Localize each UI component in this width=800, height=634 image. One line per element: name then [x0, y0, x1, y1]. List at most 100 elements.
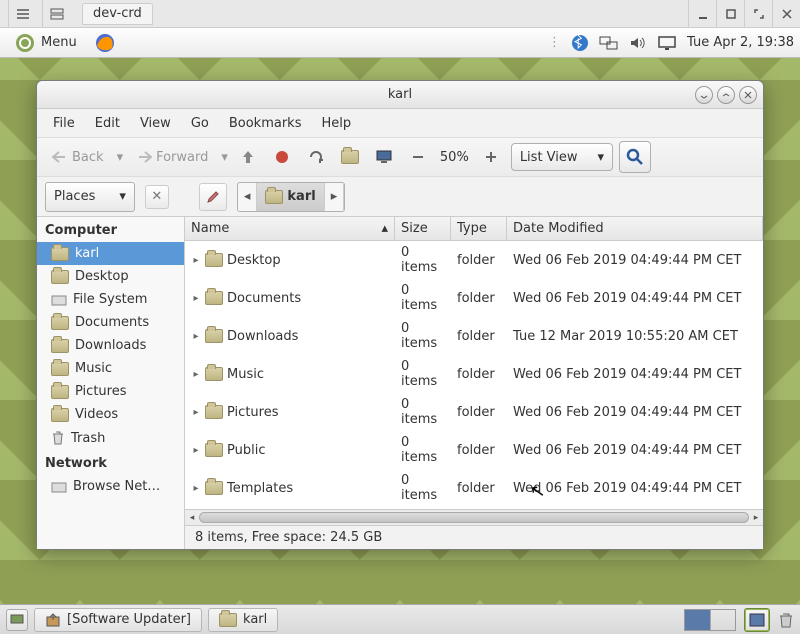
- table-row[interactable]: ▸ Documents0 itemsfolderWed 06 Feb 2019 …: [185, 279, 763, 317]
- view-mode-select[interactable]: List View ▾: [511, 143, 613, 171]
- path-forward-arrow[interactable]: ▸: [325, 183, 345, 211]
- back-dropdown[interactable]: ▾: [117, 150, 124, 165]
- fm-menubar: File Edit View Go Bookmarks Help: [37, 109, 763, 137]
- path-bar: ◂ karl ▸: [237, 182, 345, 212]
- network-icon[interactable]: [599, 35, 619, 51]
- file-date: Wed 06 Feb 2019 04:49:44 PM CET: [507, 403, 763, 422]
- path-segment-current[interactable]: karl: [257, 183, 324, 211]
- expander-icon[interactable]: ▸: [191, 293, 201, 304]
- column-date[interactable]: Date Modified: [507, 217, 763, 240]
- edit-path-button[interactable]: [199, 183, 227, 211]
- workspace-2[interactable]: [711, 610, 736, 630]
- side-panel-selector[interactable]: Places ▾: [45, 182, 135, 212]
- outer-tab[interactable]: dev-crd: [82, 3, 153, 25]
- workspace-switcher[interactable]: [684, 609, 736, 631]
- view-mode-label: List View: [520, 150, 578, 165]
- sidebar-item-videos[interactable]: Videos: [37, 403, 184, 426]
- scroll-thumb[interactable]: [199, 512, 749, 523]
- sidebar-item-filesystem[interactable]: File System: [37, 288, 184, 311]
- menu-button[interactable]: Menu: [6, 30, 86, 56]
- expander-icon[interactable]: ▸: [191, 369, 201, 380]
- task-karl[interactable]: karl: [208, 608, 278, 632]
- table-row[interactable]: ▸ Music0 itemsfolderWed 06 Feb 2019 04:4…: [185, 355, 763, 393]
- forward-dropdown[interactable]: ▾: [221, 150, 228, 165]
- scroll-right-arrow[interactable]: ▸: [749, 510, 763, 525]
- reload-button[interactable]: [302, 143, 330, 171]
- expander-icon[interactable]: ▸: [191, 445, 201, 456]
- computer-button[interactable]: [370, 143, 398, 171]
- trash-applet-icon[interactable]: [778, 611, 794, 629]
- table-row[interactable]: ▸ Desktop0 itemsfolderWed 06 Feb 2019 04…: [185, 241, 763, 279]
- menu-file[interactable]: File: [45, 112, 83, 135]
- scroll-left-arrow[interactable]: ◂: [185, 510, 199, 525]
- sidebar-heading-computer: Computer: [37, 217, 184, 242]
- sidebar-item-karl[interactable]: karl: [37, 242, 184, 265]
- table-row[interactable]: ▸ Public0 itemsfolderWed 06 Feb 2019 04:…: [185, 431, 763, 469]
- folder-icon: [265, 190, 283, 204]
- outer-maximize-button[interactable]: [716, 0, 744, 28]
- table-row[interactable]: ▸ Templates0 itemsfolderWed 06 Feb 2019 …: [185, 469, 763, 507]
- file-name: Pictures: [227, 405, 278, 420]
- display-icon[interactable]: [657, 35, 677, 51]
- sidebar-item-downloads[interactable]: Downloads: [37, 334, 184, 357]
- task-current-window[interactable]: [744, 608, 770, 632]
- file-date: Wed 06 Feb 2019 04:49:44 PM CET: [507, 289, 763, 308]
- outer-close-button[interactable]: [772, 0, 800, 28]
- column-size[interactable]: Size: [395, 217, 451, 240]
- table-row[interactable]: ▸ Pictures0 itemsfolderWed 06 Feb 2019 0…: [185, 393, 763, 431]
- menu-bookmarks[interactable]: Bookmarks: [221, 112, 310, 135]
- horizontal-scrollbar[interactable]: ◂ ▸: [185, 509, 763, 525]
- menu-edit[interactable]: Edit: [87, 112, 128, 135]
- home-button[interactable]: [336, 143, 364, 171]
- folder-icon: [51, 339, 69, 353]
- expander-icon[interactable]: ▸: [191, 331, 201, 342]
- zoom-out-button[interactable]: [404, 143, 432, 171]
- search-button[interactable]: [619, 141, 651, 173]
- file-type: folder: [451, 289, 507, 308]
- sidebar-item-label: Videos: [75, 407, 118, 422]
- fm-minimize-button[interactable]: [695, 86, 713, 104]
- fm-maximize-button[interactable]: [717, 86, 735, 104]
- sidebar-item-browse-network[interactable]: Browse Net…: [37, 475, 184, 498]
- forward-button[interactable]: Forward: [129, 143, 215, 171]
- sidebar-item-music[interactable]: Music: [37, 357, 184, 380]
- tray-handle-icon[interactable]: ⋮: [548, 35, 561, 50]
- folder-icon: [51, 385, 69, 399]
- expander-icon[interactable]: ▸: [191, 255, 201, 266]
- sound-icon[interactable]: [629, 35, 647, 51]
- clock[interactable]: Tue Apr 2, 19:38: [687, 35, 794, 50]
- sidebar-item-trash[interactable]: Trash: [37, 426, 184, 450]
- expander-icon[interactable]: ▸: [191, 407, 201, 418]
- fm-close-button[interactable]: [739, 86, 757, 104]
- window-list-icon[interactable]: [42, 0, 70, 28]
- task-software-updater[interactable]: [Software Updater]: [34, 608, 202, 632]
- show-desktop-button[interactable]: [6, 609, 28, 631]
- sidebar-item-documents[interactable]: Documents: [37, 311, 184, 334]
- expander-icon[interactable]: ▸: [191, 483, 201, 494]
- stop-button[interactable]: [268, 143, 296, 171]
- back-button[interactable]: Back: [45, 143, 111, 171]
- zoom-in-button[interactable]: [477, 143, 505, 171]
- outer-minimize-button[interactable]: [688, 0, 716, 28]
- menu-view[interactable]: View: [132, 112, 179, 135]
- sidebar-item-desktop[interactable]: Desktop: [37, 265, 184, 288]
- table-row[interactable]: ▸ Downloads0 itemsfolderTue 12 Mar 2019 …: [185, 317, 763, 355]
- hamburger-icon[interactable]: [8, 0, 36, 28]
- fm-titlebar[interactable]: karl: [37, 81, 763, 109]
- folder-icon: [205, 329, 223, 343]
- sidebar-item-pictures[interactable]: Pictures: [37, 380, 184, 403]
- close-side-panel-button[interactable]: ✕: [145, 185, 169, 209]
- up-button[interactable]: [234, 143, 262, 171]
- menu-help[interactable]: Help: [313, 112, 359, 135]
- outer-fullscreen-button[interactable]: [744, 0, 772, 28]
- forward-label: Forward: [156, 150, 208, 165]
- file-list[interactable]: Name▴ Size Type Date Modified ▸ Desktop0…: [185, 217, 763, 509]
- firefox-launcher[interactable]: [94, 32, 116, 54]
- column-type[interactable]: Type: [451, 217, 507, 240]
- workspace-1[interactable]: [685, 610, 711, 630]
- bluetooth-icon[interactable]: [571, 34, 589, 52]
- sidebar-item-label: Music: [75, 361, 112, 376]
- path-back-arrow[interactable]: ◂: [238, 183, 258, 211]
- menu-go[interactable]: Go: [183, 112, 217, 135]
- column-name[interactable]: Name▴: [185, 217, 395, 240]
